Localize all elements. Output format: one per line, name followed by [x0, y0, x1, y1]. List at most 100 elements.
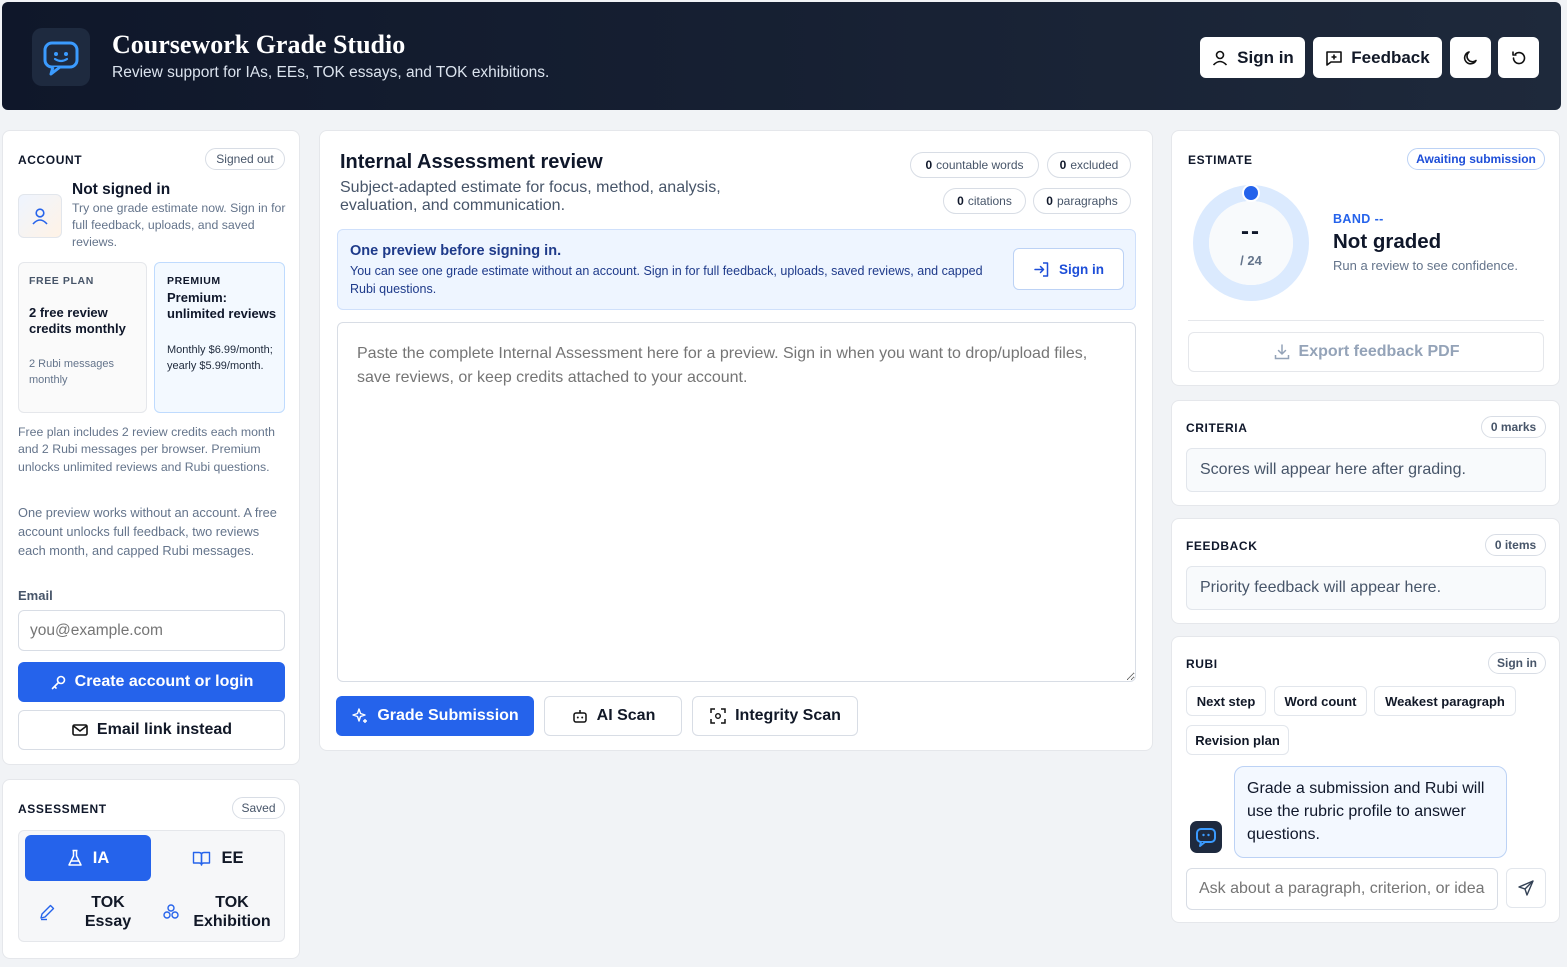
- paragraphs-value: 0: [1046, 194, 1053, 208]
- excluded-value: 0: [1059, 158, 1067, 172]
- score-max: / 24: [1240, 253, 1262, 268]
- assessment-type-ee[interactable]: EE: [155, 835, 281, 881]
- review-title: Internal Assessment review: [340, 151, 603, 173]
- rubi-chip-weakest-paragraph[interactable]: Weakest paragraph: [1374, 686, 1516, 716]
- feedback-badge: 0 items: [1485, 534, 1546, 556]
- criteria-placeholder: Scores will appear here after grading.: [1186, 448, 1546, 492]
- free-plan-label: FREE PLAN: [29, 275, 94, 287]
- avatar: [18, 194, 62, 238]
- rotate-ccw-icon: [1510, 49, 1528, 67]
- excluded-stat: 0 excluded: [1047, 152, 1131, 178]
- rubi-avatar: [1190, 821, 1222, 853]
- premium-plan-card[interactable]: PREMIUM Premium: unlimited reviews Month…: [154, 262, 285, 413]
- grade-submission-button[interactable]: Grade Submission: [336, 696, 534, 736]
- integrity-scan-button[interactable]: Integrity Scan: [692, 696, 858, 736]
- user-icon: [1211, 49, 1229, 67]
- header-sign-in-button[interactable]: Sign in: [1200, 37, 1305, 78]
- feedback-section-label: FEEDBACK: [1186, 539, 1258, 553]
- integrity-scan-label: Integrity Scan: [735, 707, 841, 724]
- rubi-chip-revision-plan[interactable]: Revision plan: [1186, 725, 1289, 755]
- chat-bubble-icon: [1194, 825, 1218, 849]
- ai-scan-label: AI Scan: [596, 707, 656, 724]
- mail-icon: [71, 721, 89, 739]
- send-icon: [1517, 879, 1535, 897]
- criteria-section-label: CRITERIA: [1186, 421, 1248, 435]
- divider: [1188, 320, 1544, 321]
- assessment-panel: ASSESSMENT Saved IA EE TOK Essay TOK Exh…: [2, 779, 300, 959]
- email-input[interactable]: [18, 610, 285, 651]
- reset-button[interactable]: [1498, 37, 1539, 78]
- app-title: Coursework Grade Studio: [112, 30, 406, 59]
- pencil-icon: [38, 903, 56, 921]
- preview-notice-body: You can see one grade estimate without a…: [350, 264, 983, 296]
- assessment-type-tok-essay[interactable]: TOK Essay: [25, 887, 151, 937]
- export-feedback-label: Export feedback PDF: [1298, 343, 1460, 360]
- user-icon: [30, 206, 50, 226]
- countable-words-stat: 0 countable words: [910, 152, 1039, 178]
- assessment-section-label: ASSESSMENT: [18, 802, 107, 816]
- notice-sign-in-label: Sign in: [1059, 261, 1104, 277]
- flask-icon: [67, 849, 83, 867]
- create-account-button[interactable]: Create account or login: [18, 662, 285, 702]
- premium-plan-label: PREMIUM: [167, 275, 221, 287]
- score-value: --: [1241, 218, 1261, 245]
- shapes-icon: [162, 903, 180, 921]
- free-plan-detail: 2 Rubi messages monthly: [29, 358, 114, 386]
- download-icon: [1273, 343, 1291, 361]
- paragraphs-label: paragraphs: [1056, 194, 1118, 208]
- submission-textarea[interactable]: [337, 322, 1136, 682]
- grade-submission-label: Grade Submission: [377, 707, 519, 724]
- notice-sign-in-button[interactable]: Sign in: [1013, 248, 1124, 290]
- email-link-button[interactable]: Email link instead: [18, 710, 285, 750]
- header-feedback-button[interactable]: Feedback: [1313, 37, 1442, 78]
- paragraphs-stat: 0 paragraphs: [1033, 188, 1131, 214]
- assessment-type-tok-exhibition[interactable]: TOK Exhibition: [155, 887, 281, 937]
- account-section-label: ACCOUNT: [18, 153, 83, 167]
- log-in-icon: [1033, 261, 1050, 278]
- citations-value: 0: [957, 194, 964, 208]
- premium-plan-title: Premium: unlimited reviews: [167, 290, 277, 321]
- rubi-sign-in-badge[interactable]: Sign in: [1488, 652, 1546, 674]
- free-plan-title: 2 free review credits monthly: [29, 305, 126, 336]
- feedback-panel: FEEDBACK 0 items Priority feedback will …: [1171, 518, 1560, 624]
- chat-bubble-icon: [39, 35, 83, 79]
- preview-notice-title: One preview before signing in.: [350, 243, 562, 259]
- scan-face-icon: [709, 707, 727, 725]
- assessment-type-ee-label: EE: [221, 848, 244, 867]
- rubi-input[interactable]: [1186, 868, 1498, 910]
- account-title: Not signed in: [72, 181, 171, 198]
- excluded-label: excluded: [1070, 158, 1119, 172]
- account-description: Try one grade estimate now. Sign in for …: [72, 201, 286, 249]
- rubi-send-button[interactable]: [1506, 868, 1546, 908]
- assessment-type-selector: IA EE TOK Essay TOK Exhibition: [18, 830, 285, 942]
- countable-words-label: countable words: [936, 158, 1024, 172]
- create-account-label: Create account or login: [74, 673, 254, 690]
- estimate-status-badge: Awaiting submission: [1407, 148, 1545, 170]
- account-panel: ACCOUNT Signed out Not signed in Try one…: [2, 130, 300, 765]
- message-square-plus-icon: [1325, 49, 1343, 67]
- moon-icon: [1462, 49, 1480, 67]
- citations-label: citations: [967, 194, 1012, 208]
- criteria-panel: CRITERIA 0 marks Scores will appear here…: [1171, 400, 1560, 506]
- free-plan-card: FREE PLAN 2 free review credits monthly …: [18, 262, 147, 413]
- criteria-badge: 0 marks: [1481, 416, 1546, 438]
- estimate-panel: ESTIMATE Awaiting submission -- / 24 BAN…: [1171, 130, 1560, 386]
- assessment-type-tok-essay-label: TOK Essay: [84, 894, 132, 930]
- assessment-type-ia-label: IA: [92, 848, 110, 867]
- app-logo: [32, 28, 90, 86]
- estimate-subtitle: Run a review to see confidence.: [1333, 258, 1518, 273]
- bot-icon: [571, 707, 589, 725]
- assessment-type-ia[interactable]: IA: [25, 835, 151, 881]
- rubi-chip-word-count[interactable]: Word count: [1274, 686, 1367, 716]
- export-feedback-button[interactable]: Export feedback PDF: [1188, 332, 1544, 372]
- key-icon: [50, 674, 67, 691]
- feedback-label: Feedback: [1351, 47, 1430, 67]
- theme-toggle-button[interactable]: [1450, 37, 1491, 78]
- ai-scan-button[interactable]: AI Scan: [544, 696, 682, 736]
- review-subtitle: Subject-adapted estimate for focus, meth…: [340, 179, 721, 214]
- plan-note: Free plan includes 2 review credits each…: [18, 425, 275, 474]
- sign-in-label: Sign in: [1237, 47, 1294, 67]
- citations-stat: 0 citations: [943, 188, 1026, 214]
- feedback-placeholder: Priority feedback will appear here.: [1186, 566, 1546, 610]
- rubi-chip-next-step[interactable]: Next step: [1186, 686, 1266, 716]
